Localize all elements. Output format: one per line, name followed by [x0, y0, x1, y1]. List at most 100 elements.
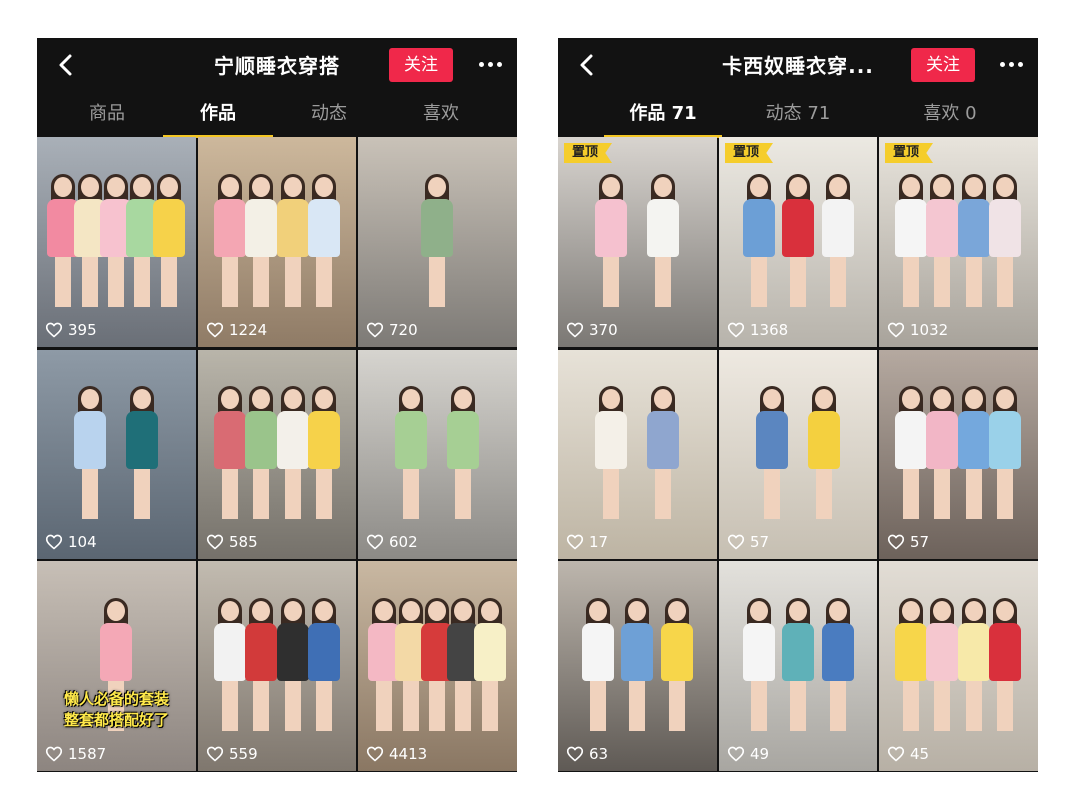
like-count-value: 720 — [389, 320, 418, 339]
video-tile[interactable]: 置顶 1032 — [879, 137, 1038, 347]
video-tile[interactable]: 1224 — [198, 137, 356, 347]
heart-icon — [566, 746, 584, 762]
like-count-value: 4413 — [389, 744, 428, 763]
person-figure — [152, 173, 185, 307]
heart-icon — [727, 746, 745, 762]
person-figure — [126, 386, 159, 520]
heart-icon — [727, 322, 745, 338]
person-figure — [394, 386, 427, 520]
like-count: 57 — [727, 533, 769, 551]
like-count: 63 — [566, 745, 608, 763]
video-thumbnail — [37, 349, 196, 560]
video-tile[interactable]: 720 — [358, 137, 517, 347]
like-count: 1368 — [727, 321, 788, 339]
heart-icon — [206, 746, 224, 762]
person-figure — [989, 173, 1022, 307]
person-figure — [782, 597, 814, 731]
person-figure — [581, 597, 614, 731]
follow-button[interactable]: 关注 — [389, 48, 453, 82]
video-tile[interactable]: 63 — [558, 561, 717, 771]
video-tile[interactable]: 置顶 1368 — [719, 137, 877, 347]
video-tile[interactable]: 4413 — [358, 561, 517, 771]
tab-likes[interactable]: 喜欢 0 — [910, 96, 990, 136]
person-figure — [213, 597, 246, 731]
like-count: 1032 — [887, 321, 948, 339]
person-figure — [621, 597, 653, 731]
video-tile[interactable]: 104 — [37, 349, 196, 560]
person-figure — [821, 597, 854, 731]
more-dots-icon[interactable] — [479, 62, 503, 68]
video-tile[interactable]: 57 — [719, 349, 877, 560]
like-count: 585 — [206, 533, 258, 551]
video-tile[interactable]: 17 — [558, 349, 717, 560]
follow-button[interactable]: 关注 — [911, 48, 975, 82]
person-figure — [245, 597, 278, 731]
person-figure — [647, 386, 680, 520]
person-figure — [276, 597, 309, 731]
like-count: 104 — [45, 533, 97, 551]
tab-activity[interactable]: 动态 — [299, 96, 359, 136]
tab-activity[interactable]: 动态 71 — [750, 96, 846, 136]
like-count: 720 — [366, 321, 418, 339]
like-count: 1587 — [45, 745, 106, 763]
heart-icon — [366, 322, 384, 338]
like-count-value: 49 — [750, 744, 770, 763]
like-count-value: 1587 — [68, 744, 107, 763]
like-count: 1224 — [206, 321, 267, 339]
video-tile[interactable]: 395 — [37, 137, 196, 347]
video-tile[interactable]: 懒人必备的套装 整套都搭配好了 1587 — [37, 561, 196, 771]
like-count-value: 45 — [910, 744, 930, 763]
person-figure — [957, 173, 990, 307]
heart-icon — [45, 746, 63, 762]
pinned-badge: 置顶 — [885, 143, 934, 163]
person-figure — [808, 386, 841, 520]
person-figure — [926, 597, 959, 731]
heart-icon — [566, 322, 584, 338]
person-figure — [213, 173, 246, 307]
video-tile[interactable]: 45 — [879, 561, 1038, 771]
person-figure — [894, 173, 927, 307]
like-count: 602 — [366, 533, 418, 551]
video-tile[interactable]: 559 — [198, 561, 356, 771]
profile-title: 宁顺睡衣穿搭 — [214, 54, 340, 78]
person-figure — [957, 597, 990, 731]
person-figure — [473, 597, 506, 731]
video-thumbnail — [719, 349, 877, 560]
person-figure — [73, 386, 106, 520]
heart-icon — [366, 534, 384, 550]
more-dots-icon[interactable] — [1000, 62, 1024, 68]
like-count-value: 559 — [229, 744, 258, 763]
like-count-value: 602 — [389, 533, 418, 552]
video-tile[interactable]: 585 — [198, 349, 356, 560]
person-figure — [594, 173, 627, 307]
tab-likes[interactable]: 喜欢 — [411, 96, 471, 136]
like-count-value: 1224 — [229, 320, 268, 339]
profile-screen-left: 宁顺睡衣穿搭 关注 商品 作品 动态 喜欢 395 1224 720 104 585 60… — [37, 38, 517, 772]
like-count-value: 1032 — [910, 320, 949, 339]
top-bar: 宁顺睡衣穿搭 关注 — [37, 38, 517, 92]
pinned-badge: 置顶 — [725, 143, 774, 163]
profile-tabs: 作品 71 动态 71 喜欢 0 — [558, 96, 1038, 138]
video-tile[interactable]: 49 — [719, 561, 877, 771]
tab-works[interactable]: 作品 — [163, 96, 273, 138]
back-chevron-icon[interactable] — [574, 52, 600, 78]
heart-icon — [206, 534, 224, 550]
person-figure — [308, 173, 341, 307]
video-tile[interactable]: 602 — [358, 349, 517, 560]
back-chevron-icon[interactable] — [53, 52, 79, 78]
video-tile[interactable]: 57 — [879, 349, 1038, 560]
person-figure — [447, 386, 480, 520]
person-figure — [276, 386, 309, 520]
like-count-value: 17 — [589, 533, 609, 552]
like-count-value: 370 — [589, 320, 618, 339]
video-caption: 懒人必备的套装 整套都搭配好了 — [45, 689, 188, 731]
video-tile[interactable]: 置顶 370 — [558, 137, 717, 347]
person-figure — [957, 386, 990, 520]
like-count: 370 — [566, 321, 618, 339]
person-figure — [989, 386, 1022, 520]
like-count: 395 — [45, 321, 97, 339]
like-count: 4413 — [366, 745, 427, 763]
tab-works[interactable]: 作品 71 — [604, 96, 722, 138]
tab-products[interactable]: 商品 — [77, 96, 137, 136]
heart-icon — [887, 746, 905, 762]
